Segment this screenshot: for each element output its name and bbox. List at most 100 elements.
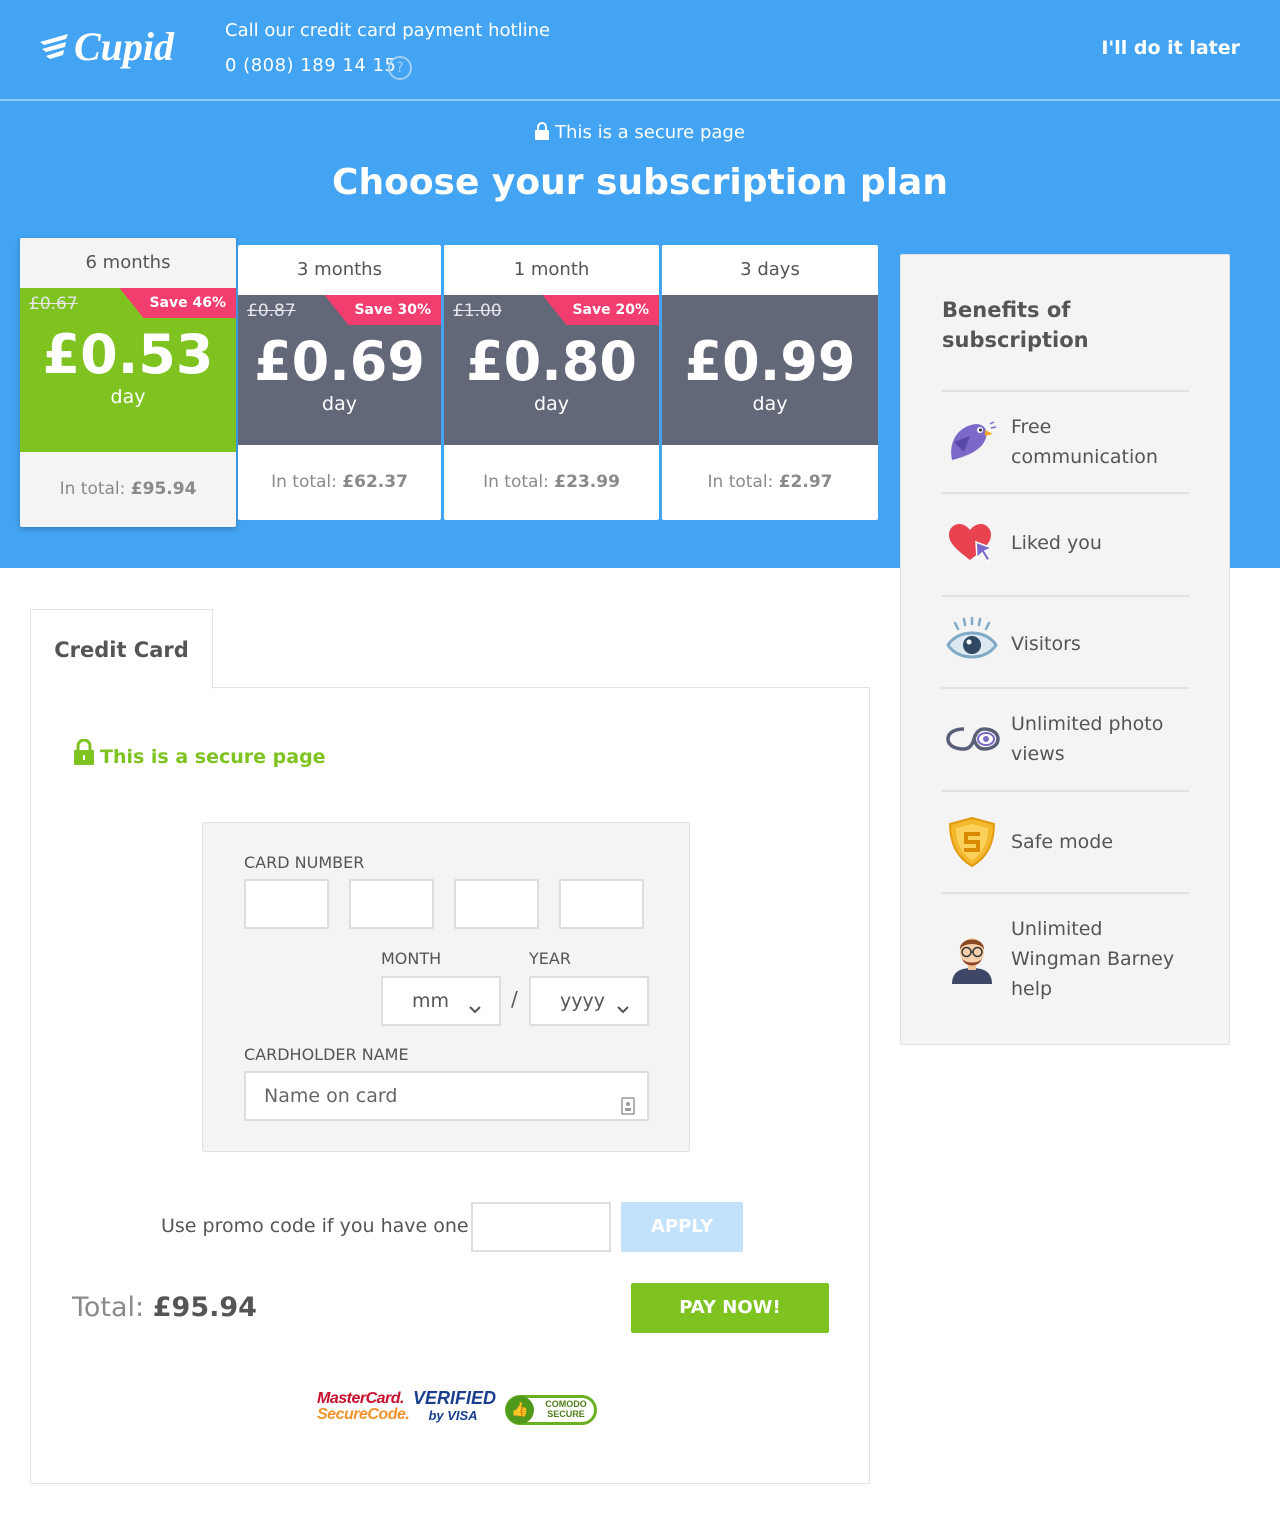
hotline-number[interactable]: 0 (808) 189 14 15 [225, 55, 396, 76]
year-select-value: yyyy [560, 990, 605, 1012]
month-select[interactable]: mm [381, 976, 501, 1026]
benefit-label: Unlimited Wingman Barney help [1011, 918, 1175, 1000]
plan-total: In total: £62.37 [238, 445, 441, 520]
plan-price-block: £0.99 day [662, 295, 878, 445]
plan-unit: day [322, 393, 357, 415]
verified-by-visa-logo: VERIFIED by VISA [413, 1385, 497, 1431]
plan-price: £0.69 [254, 330, 425, 393]
page-title: Choose your subscription plan [332, 162, 948, 203]
visa-line-1: VERIFIED [413, 1388, 497, 1408]
card-form: CARD NUMBER MONTH YEAR mm / yyyy CARDHOL… [202, 822, 690, 1152]
eye-icon [944, 615, 1000, 671]
plan-duration: 3 days [740, 259, 800, 280]
do-it-later-link[interactable]: I'll do it later [1101, 37, 1240, 59]
benefit-label: Liked you [1011, 532, 1102, 554]
plan-total: In total: £2.97 [662, 445, 878, 520]
card-number-field-4[interactable] [559, 879, 644, 929]
plan-save-badge: Save 30% [324, 295, 441, 325]
order-total: Total: £95.94 [72, 1292, 257, 1323]
card-number-field-1[interactable] [244, 879, 329, 929]
secure-notice-payment: This is a secure page [74, 738, 326, 770]
plan-price: £0.53 [42, 323, 214, 386]
cardholder-name-input[interactable]: Name on card [244, 1071, 649, 1121]
thumbs-up-icon: 👍 [506, 1396, 534, 1424]
infinity-eye-icon [944, 711, 1000, 767]
help-icon[interactable]: ? [388, 56, 412, 80]
benefit-wingman-barney: Unlimited Wingman Barney help [941, 892, 1189, 1012]
plan-total-value: £95.94 [130, 479, 197, 499]
plan-total-value: £62.37 [342, 472, 408, 492]
year-label: YEAR [529, 949, 571, 968]
year-select[interactable]: yyyy [529, 976, 649, 1026]
month-select-value: mm [412, 990, 450, 1012]
date-separator: / [511, 987, 518, 1011]
secure-notice-top: This is a secure page [0, 122, 1280, 145]
benefit-label: Unlimited photo views [1011, 713, 1164, 765]
bird-icon [944, 412, 1000, 468]
plan-price: £0.80 [466, 330, 637, 393]
benefits-panel: Benefits of subscription Free communicat… [900, 254, 1230, 1045]
card-number-label: CARD NUMBER [244, 853, 365, 872]
benefit-unlimited-photo-views: Unlimited photo views [941, 687, 1189, 790]
plan-old-price: £0.67 [29, 294, 78, 314]
chevron-down-icon [617, 991, 629, 1037]
plan-total-label: In total: [483, 472, 549, 492]
plan-unit: day [534, 393, 569, 415]
hotline-label: Call our credit card payment hotline [225, 20, 551, 41]
plan-save-badge: Save 46% [119, 288, 236, 318]
cardholder-label: CARDHOLDER NAME [244, 1045, 409, 1064]
mastercard-line-2: SecureCode. [317, 1406, 410, 1423]
secure-text: This is a secure page [555, 122, 745, 143]
chevron-down-icon [469, 991, 481, 1037]
comodo-line-1: COMODO [545, 1399, 587, 1409]
lock-icon [74, 738, 94, 770]
plan-total-value: £23.99 [554, 472, 620, 492]
cupid-logo[interactable]: Cupid [38, 18, 178, 80]
plan-total-label: In total: [271, 472, 337, 492]
benefit-label: Free communication [1011, 416, 1158, 468]
plan-total-label: In total: [707, 472, 774, 492]
comodo-line-2: SECURE [547, 1409, 585, 1419]
plan-old-price: £1.00 [453, 301, 502, 321]
benefits-title: Benefits of subscription [942, 298, 1089, 352]
benefit-liked-you: Liked you [941, 492, 1189, 595]
secure-text: This is a secure page [100, 746, 326, 768]
cardholder-placeholder: Name on card [264, 1085, 398, 1107]
benefit-visitors: Visitors [941, 595, 1189, 687]
heart-cursor-icon [944, 516, 1000, 572]
plan-total: In total: £95.94 [20, 452, 236, 527]
svg-text:Cupid: Cupid [74, 24, 175, 69]
plan-price: £0.99 [684, 330, 856, 393]
plan-total-value: £2.97 [778, 472, 833, 492]
shield-icon [944, 814, 1000, 870]
tab-credit-card[interactable]: Credit Card [30, 609, 213, 689]
comodo-text: COMODO SECURE [538, 1399, 594, 1419]
plan-card-1-month[interactable]: 1 month £1.00 Save 20% £0.80 day In tota… [444, 245, 659, 520]
plan-total-label: In total: [59, 479, 126, 499]
promo-code-input[interactable] [471, 1202, 611, 1252]
total-label: Total: [72, 1292, 145, 1323]
benefit-label: Safe mode [1011, 831, 1114, 853]
plan-price-block: £0.67 Save 46% £0.53 day [20, 288, 236, 452]
plan-duration: 6 months [85, 252, 171, 273]
card-number-field-3[interactable] [454, 879, 539, 929]
plan-card-3-months[interactable]: 3 months £0.87 Save 30% £0.69 day In tot… [238, 245, 441, 520]
card-number-field-2[interactable] [349, 879, 434, 929]
plan-price-block: £1.00 Save 20% £0.80 day [444, 295, 659, 445]
apply-button[interactable]: APPLY [621, 1202, 743, 1252]
plan-unit: day [752, 393, 788, 415]
lock-icon [535, 122, 550, 145]
month-label: MONTH [381, 949, 442, 968]
wingman-avatar-icon [944, 928, 1000, 984]
promo-label: Use promo code if you have one [161, 1215, 469, 1237]
mastercard-line-1: MasterCard. [317, 1390, 404, 1407]
plan-duration: 3 months [297, 259, 382, 280]
pay-now-button[interactable]: PAY NOW! [631, 1283, 829, 1333]
plan-card-6-months[interactable]: 6 months £0.67 Save 46% £0.53 day In tot… [20, 238, 236, 527]
plan-card-3-days[interactable]: 3 days £0.99 day In total: £2.97 [662, 245, 878, 520]
visa-line-2: by VISA [428, 1408, 478, 1423]
contact-card-icon [621, 1086, 635, 1132]
top-bar: Cupid Call our credit card payment hotli… [0, 0, 1280, 101]
plan-unit: day [110, 386, 146, 408]
comodo-secure-logo: 👍 COMODO SECURE [505, 1395, 597, 1425]
